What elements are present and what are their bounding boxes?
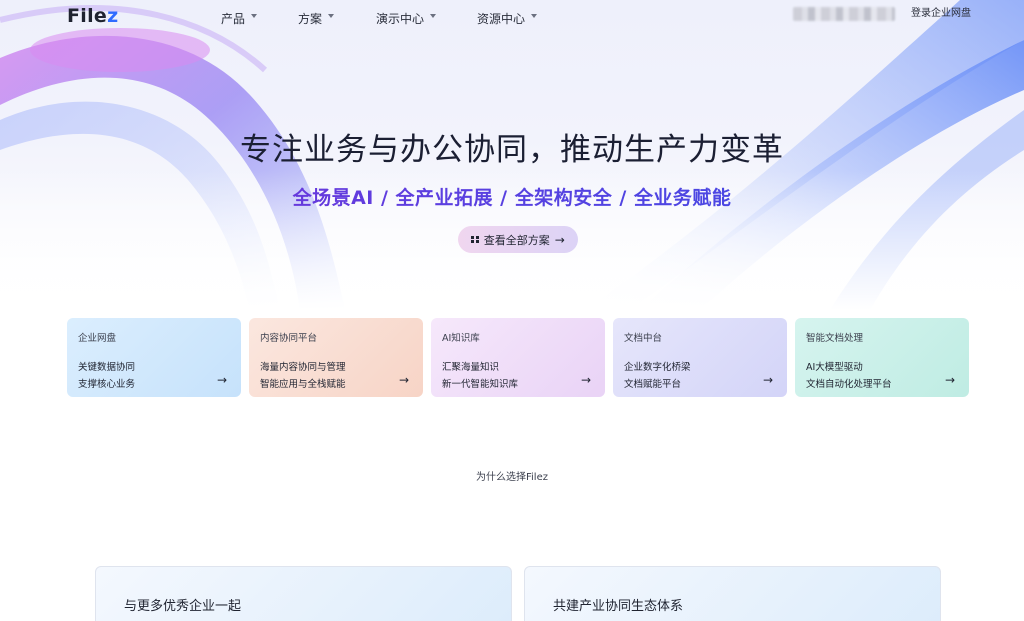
card-title: 内容协同平台 (260, 333, 318, 344)
arrow-right-icon: → (398, 373, 409, 387)
card-line: AI大模型驱动 (806, 362, 863, 373)
arrow-right-icon: → (762, 373, 773, 387)
nav-item-solutions[interactable]: 方案 (298, 10, 335, 27)
hero-subtitle: 全场景AI / 全产业拓展 / 全架构安全 / 全业务赋能 (0, 183, 1024, 210)
card-line: 文档赋能平台 (624, 379, 682, 390)
nav-item-products[interactable]: 产品 (221, 10, 258, 27)
card-line: 企业数字化桥梁 (624, 362, 691, 373)
nav-item-demo-center[interactable]: 演示中心 (376, 10, 437, 27)
card-content-collaboration[interactable]: 内容协同平台 海量内容协同与管理 智能应用与全栈赋能 → (249, 318, 423, 397)
card-line: 智能应用与全栈赋能 (260, 379, 346, 390)
card-description: 海量内容协同与管理 智能应用与全栈赋能 (260, 359, 412, 393)
cta-label: 查看全部方案 (483, 233, 550, 247)
blurred-user-info (793, 7, 895, 21)
card-description: AI大模型驱动 文档自动化处理平台 (806, 359, 958, 393)
view-all-solutions-button[interactable]: 查看全部方案 → (458, 226, 578, 253)
hero-title: 专注业务与办公协同，推动生产力变革 (240, 132, 784, 168)
card-description: 企业数字化桥梁 文档赋能平台 (624, 359, 776, 393)
chevron-down-icon (430, 14, 437, 18)
card-line: 汇聚海量知识 (442, 362, 500, 373)
card-document-platform[interactable]: 文档中台 企业数字化桥梁 文档赋能平台 → (613, 318, 787, 397)
panel-ecosystem: 共建产业协同生态体系 (524, 566, 941, 621)
card-title: AI知识库 (442, 333, 480, 344)
panel-title: 与更多优秀企业一起 (124, 599, 242, 614)
card-ai-knowledge-base[interactable]: AI知识库 汇聚海量知识 新一代智能知识库 → (431, 318, 605, 397)
card-description: 汇聚海量知识 新一代智能知识库 (442, 359, 594, 393)
card-title: 智能文档处理 (806, 333, 864, 344)
logo-text: File (67, 5, 108, 27)
login-enterprise-drive-link[interactable]: 登录企业网盘 (911, 4, 971, 19)
card-description: 关键数据协同 支撑核心业务 (78, 359, 230, 393)
nav-item-label: 资源中心 (477, 12, 526, 26)
grid-icon (471, 235, 479, 244)
card-title: 文档中台 (624, 333, 663, 344)
nav-item-resource-center[interactable]: 资源中心 (477, 10, 538, 27)
card-line: 支撑核心业务 (78, 379, 136, 390)
filez-logo[interactable]: Filez (67, 5, 118, 27)
chevron-down-icon (251, 14, 258, 18)
nav-item-label: 演示中心 (376, 12, 425, 26)
arrow-right-icon: → (554, 232, 565, 247)
arrow-right-icon: → (944, 373, 955, 387)
top-navigation-bar: Filez 产品 方案 演示中心 资源中心 登录企业网盘 (0, 0, 1024, 36)
chevron-down-icon (328, 14, 335, 18)
arrow-right-icon: → (216, 373, 227, 387)
why-choose-heading: 为什么选择Filez (476, 472, 548, 483)
panel-enterprise-partners: 与更多优秀企业一起 (95, 566, 512, 621)
card-line: 关键数据协同 (78, 362, 136, 373)
logo-accent-letter: z (107, 5, 119, 27)
nav-item-label: 方案 (298, 12, 323, 26)
card-line: 海量内容协同与管理 (260, 362, 346, 373)
card-intelligent-document-processing[interactable]: 智能文档处理 AI大模型驱动 文档自动化处理平台 → (795, 318, 969, 397)
card-line: 新一代智能知识库 (442, 379, 519, 390)
card-line: 文档自动化处理平台 (806, 379, 892, 390)
card-title: 企业网盘 (78, 333, 117, 344)
panel-title: 共建产业协同生态体系 (553, 599, 684, 614)
arrow-right-icon: → (580, 373, 591, 387)
chevron-down-icon (531, 14, 538, 18)
solution-cards: 企业网盘 关键数据协同 支撑核心业务 → 内容协同平台 海量内容协同与管理 智能… (67, 318, 970, 397)
card-enterprise-drive[interactable]: 企业网盘 关键数据协同 支撑核心业务 → (67, 318, 241, 397)
nav-item-label: 产品 (221, 12, 246, 26)
